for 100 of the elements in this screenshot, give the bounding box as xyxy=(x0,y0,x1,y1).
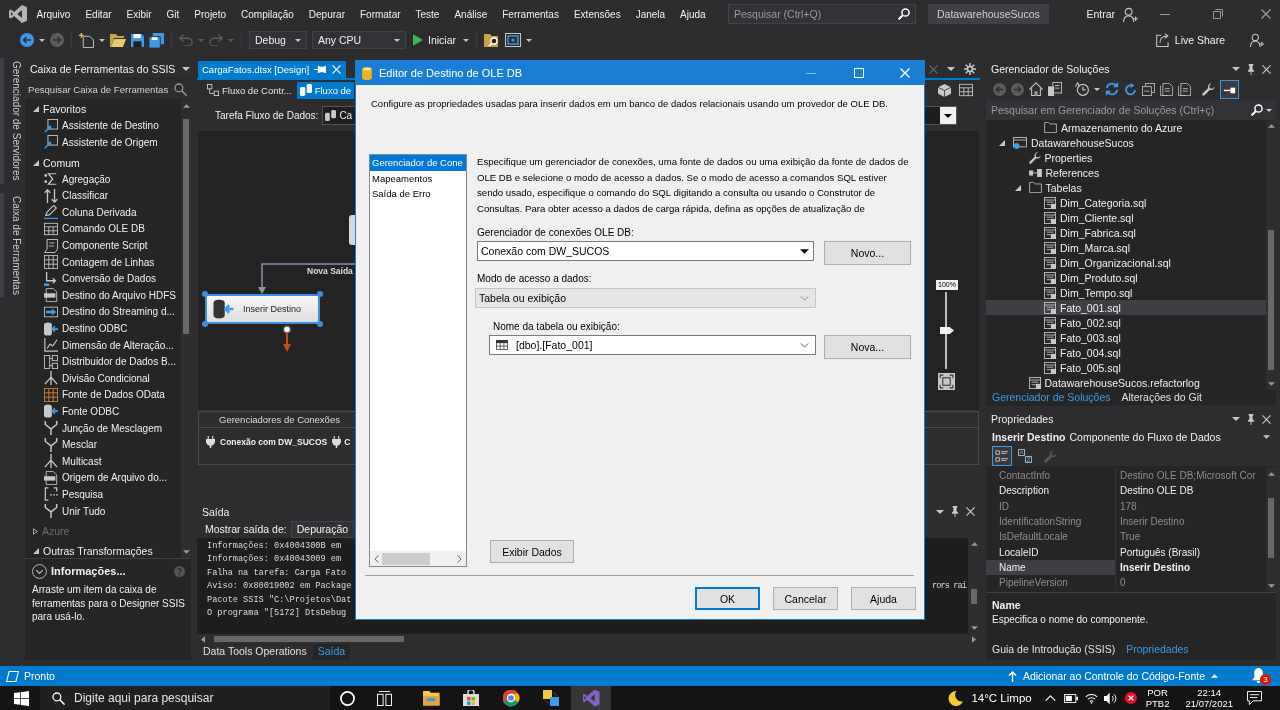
tree-item[interactable]: Fato_003.sql xyxy=(986,330,1266,345)
toolbox-item[interactable]: Mesclar xyxy=(25,436,181,453)
table-icon[interactable] xyxy=(959,83,973,97)
minimize-icon[interactable] xyxy=(1160,13,1170,15)
tree-toggle-icon[interactable] xyxy=(33,159,39,166)
zoom-thumb[interactable] xyxy=(940,327,954,334)
pin-icon[interactable] xyxy=(1247,413,1255,425)
circle-icon[interactable] xyxy=(340,690,355,706)
pages-icon[interactable] xyxy=(1178,82,1191,96)
search-field[interactable]: Pesquisar Caixa de Ferramentas xyxy=(25,79,191,99)
designer-tab[interactable]: Fluxo de Contr... xyxy=(204,81,295,99)
scrollbar[interactable] xyxy=(1266,120,1276,390)
menu-item[interactable]: Teste xyxy=(408,5,447,23)
preview-button[interactable]: Exibir Dados xyxy=(490,540,574,563)
connection-dropdown[interactable]: Conexão com DW_SUCOS xyxy=(477,241,814,261)
clock-icon[interactable] xyxy=(1075,82,1089,96)
menu-item[interactable]: Análise xyxy=(446,5,495,23)
source-control-button[interactable]: Adicionar ao Controle do Código-Fonte xyxy=(1007,670,1218,682)
tree-toggle-icon[interactable] xyxy=(33,106,39,113)
caret-icon[interactable] xyxy=(1094,87,1100,91)
folder-search-icon[interactable] xyxy=(484,33,500,47)
tree-item[interactable]: Dim_Tempo.sql xyxy=(986,285,1266,300)
language-button[interactable]: POR PTB2 xyxy=(1145,687,1170,709)
search-field[interactable]: Pesquisar em Gerenciador de Soluções (Ctrl+ç) xyxy=(986,100,1276,120)
toolbox-item[interactable]: Destino ODBC xyxy=(25,320,181,337)
toolbox-group[interactable]: Outras Transformações xyxy=(25,542,181,560)
switch-views-icon[interactable] xyxy=(1048,82,1062,96)
caret-icon[interactable] xyxy=(1266,109,1272,112)
cube-icon[interactable] xyxy=(938,83,951,97)
toolbox-item[interactable]: Destino do Arquivo HDFS xyxy=(25,287,181,304)
speaker-icon[interactable] xyxy=(1103,691,1117,705)
scroll-up-icon[interactable] xyxy=(970,542,978,546)
new-table-button[interactable]: Nova... xyxy=(824,335,911,359)
grouped-list-icon[interactable] xyxy=(992,446,1012,466)
access-mode-dropdown[interactable]: Tabela ou exibição xyxy=(475,288,816,308)
resize-handle[interactable] xyxy=(202,291,208,297)
notification-icon[interactable] xyxy=(1247,691,1262,705)
home-icon[interactable] xyxy=(1029,82,1043,96)
tree-item[interactable]: Dim_Fabrica.sql xyxy=(986,225,1266,240)
screen-icon[interactable] xyxy=(505,33,521,47)
tree-item[interactable]: DatawarehouseSucos xyxy=(986,135,1266,150)
scrollbar-thumb[interactable] xyxy=(1268,498,1274,558)
menu-item[interactable]: Janela xyxy=(628,5,673,23)
connection-item[interactable]: Conexão com DW_SUCOS xyxy=(206,436,328,448)
sorted-list-icon[interactable] xyxy=(1018,449,1032,463)
scrollbar-thumb[interactable] xyxy=(971,589,977,604)
dialog-button[interactable]: Ajuda xyxy=(851,587,916,610)
table-dropdown[interactable]: [dbo].[Fato_001] xyxy=(489,335,816,355)
tree-item[interactable]: Dim_Cliente.sql xyxy=(986,210,1266,225)
toolbox-group[interactable]: Comum xyxy=(25,154,181,171)
menu-item[interactable]: Projeto xyxy=(186,5,234,23)
tree-item[interactable]: Properties xyxy=(986,150,1266,165)
caret-icon[interactable] xyxy=(936,509,944,514)
scroll-down-icon[interactable] xyxy=(1267,584,1275,588)
configuration-dropdown[interactable]: Debug xyxy=(249,31,307,49)
sign-in-button[interactable]: Entrar xyxy=(1086,6,1138,22)
close-icon[interactable] xyxy=(1261,9,1271,19)
menu-item[interactable]: Depurar xyxy=(301,5,353,23)
resize-handle[interactable] xyxy=(317,321,323,327)
pin-icon[interactable] xyxy=(314,65,328,74)
windows-logo-icon[interactable] xyxy=(14,690,29,706)
search-field[interactable]: Digite aqui para pesquisar xyxy=(40,686,330,710)
restore-icon[interactable] xyxy=(1213,9,1223,19)
preview-icon[interactable] xyxy=(1220,79,1239,99)
toolbox-item[interactable]: Distribuidor de Dados B... xyxy=(25,353,181,370)
scroll-right-icon[interactable] xyxy=(457,554,462,563)
pin-icon[interactable] xyxy=(1247,63,1255,75)
toolbox-item[interactable]: Multicast xyxy=(25,452,181,470)
property-name[interactable]: LocaleID xyxy=(986,544,1115,560)
panel-tab[interactable]: Alterações do Git xyxy=(1116,390,1208,406)
tree-item[interactable]: Fato_002.sql xyxy=(986,315,1266,330)
toolbox-item[interactable]: Pesquisa xyxy=(25,486,181,503)
menu-item[interactable]: Formatar xyxy=(352,5,409,23)
caret-icon[interactable] xyxy=(99,38,105,42)
caret-icon[interactable] xyxy=(1232,417,1240,421)
scrollbar[interactable] xyxy=(370,551,466,566)
stack-icon[interactable] xyxy=(1142,82,1155,96)
alert-icon[interactable] xyxy=(1124,692,1137,704)
page-list-item[interactable]: Mapeamentos xyxy=(370,170,466,186)
menu-item[interactable]: Git xyxy=(159,5,187,23)
tree-item[interactable]: Dim_Categoria.sql xyxy=(986,195,1266,210)
caret-icon[interactable] xyxy=(526,38,532,42)
close-icon[interactable] xyxy=(1262,64,1271,74)
toolbox-item[interactable]: Agregação xyxy=(25,170,181,188)
back-icon[interactable] xyxy=(20,33,34,47)
save-all-icon[interactable] xyxy=(149,32,164,48)
sync-icon[interactable] xyxy=(1105,82,1119,96)
tree-item[interactable]: Tabelas xyxy=(986,180,1266,195)
menu-item[interactable]: Editar xyxy=(77,5,120,23)
scroll-up-icon[interactable] xyxy=(1267,472,1275,476)
live-share-button[interactable]: Live Share xyxy=(1153,31,1227,49)
menu-item[interactable]: Extensões xyxy=(566,5,629,23)
property-name[interactable]: Description xyxy=(986,483,1115,499)
scrollbar-thumb[interactable] xyxy=(183,119,189,334)
tree-item[interactable]: Armazenamento do Azure xyxy=(986,120,1266,135)
gear-icon[interactable] xyxy=(964,63,976,75)
scrollbar[interactable] xyxy=(181,100,191,558)
caret-icon[interactable] xyxy=(39,38,45,42)
page-list-item[interactable]: Saída de Erro xyxy=(370,186,466,202)
maximize-icon[interactable] xyxy=(854,68,864,78)
